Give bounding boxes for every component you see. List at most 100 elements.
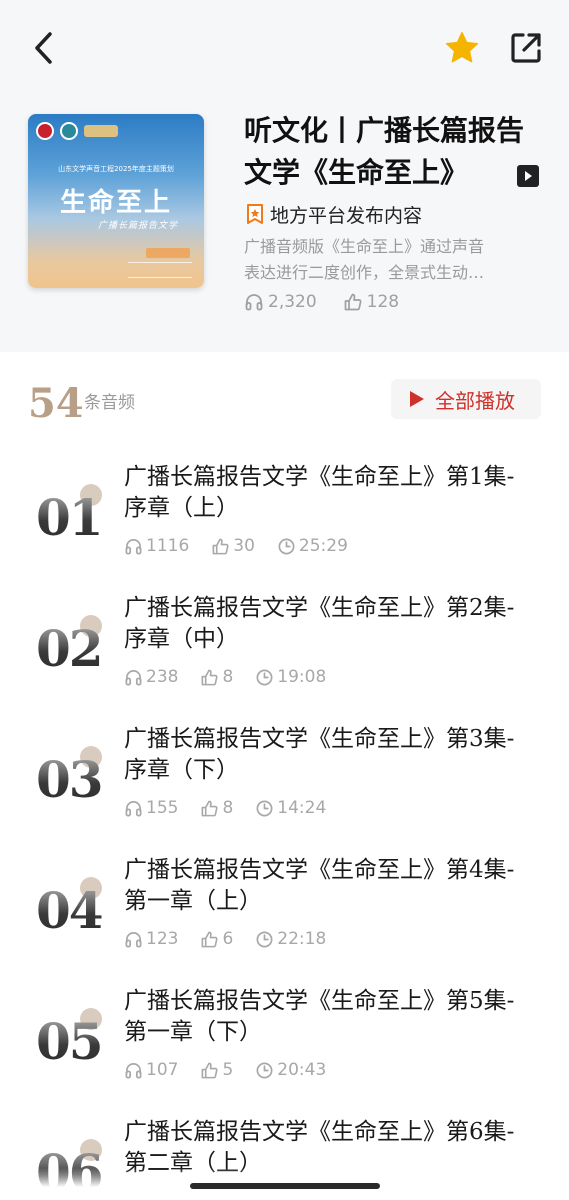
episode-plays: 1116 (124, 536, 189, 556)
source-row: 地方平台发布内容 (246, 200, 422, 228)
star-icon (445, 31, 479, 63)
headphones-icon (125, 669, 142, 685)
title-expand-button[interactable] (517, 165, 539, 187)
episode-number-text: 05 (36, 1012, 104, 1071)
episode-stats: 1116 30 25:29 (124, 534, 370, 558)
episode-likes: 5 (200, 1060, 233, 1080)
episode-likes-count: 6 (222, 929, 234, 949)
episode-likes-count: 8 (222, 798, 234, 818)
episode-plays-count: 123 (146, 929, 179, 949)
thumbs-up-icon (202, 800, 219, 816)
episode-plays-count: 1116 (146, 536, 190, 556)
episode-duration-text: 20:43 (277, 1060, 327, 1080)
clock-icon (256, 1062, 273, 1078)
thumbs-up-icon (202, 931, 219, 947)
episode-number-text: 04 (36, 881, 104, 940)
cover-logos (36, 122, 118, 140)
headphones-icon (245, 294, 263, 311)
cover-date-lines (128, 262, 192, 278)
episode-duration: 25:29 (277, 536, 348, 556)
episode-likes: 30 (211, 536, 255, 556)
episode-number-text: 01 (36, 488, 104, 547)
home-indicator[interactable] (190, 1183, 380, 1189)
episode-number: 05 (36, 1008, 108, 1072)
back-arrow-icon (35, 32, 52, 64)
favorite-button[interactable] (440, 26, 484, 70)
episode-likes: 8 (200, 798, 233, 818)
play-all-button[interactable]: 全部播放 (391, 379, 541, 419)
album-description[interactable]: 广播音频版《生命至上》通过声音 表达进行二度创作，全景式生动… (244, 234, 536, 286)
episode-stats: 238 8 19:08 (124, 665, 348, 689)
episode-number: 03 (36, 746, 108, 810)
episode-count: 54 (28, 380, 84, 427)
album-cover[interactable]: 山东文学声音工程2025年度主题策划 生命至上 广播长篇报告文学 (28, 114, 204, 288)
episode-plays-count: 155 (146, 798, 179, 818)
episode-row[interactable]: 01 广播长篇报告文学《生命至上》第1集-序章（上） 1116 30 25:29 (0, 462, 569, 593)
episode-duration: 19:08 (255, 667, 326, 687)
description-line: 广播音频版《生命至上》通过声音 (244, 237, 485, 256)
share-button[interactable] (504, 26, 548, 70)
episode-likes: 6 (200, 929, 233, 949)
source-label: 地方平台发布内容 (270, 204, 423, 227)
episode-plays-count: 107 (146, 1060, 179, 1080)
chevron-right-icon (525, 171, 532, 181)
episode-stats: 155 8 14:24 (124, 796, 348, 820)
episode-number: 02 (36, 615, 108, 679)
episode-duration-text: 22:18 (277, 929, 327, 949)
episode-title: 广播长篇报告文学《生命至上》第3集-序章（下） (124, 726, 515, 783)
clock-icon (256, 669, 273, 685)
headphones-icon (125, 538, 142, 554)
top-bar (0, 0, 569, 96)
back-button[interactable] (24, 26, 64, 70)
episode-duration-text: 14:24 (277, 798, 327, 818)
list-header: 54 条音频 全部播放 (0, 352, 569, 442)
episode-number-text: 03 (36, 750, 104, 809)
cover-subtitle: 广播长篇报告文学 (98, 221, 179, 231)
episode-duration: 20:43 (255, 1060, 326, 1080)
episode-title: 广播长篇报告文学《生命至上》第5集-第一章（下） (124, 988, 515, 1045)
episode-duration-text: 19:08 (277, 667, 327, 687)
cover-title: 生命至上 (59, 188, 172, 218)
thumbs-up-icon (344, 293, 362, 311)
clock-icon (278, 538, 295, 554)
headphones-icon (125, 1062, 142, 1078)
episode-stats: 123 6 22:18 (124, 927, 348, 951)
clock-icon (256, 931, 273, 947)
episode-title: 广播长篇报告文学《生命至上》第1集-序章（上） (124, 464, 515, 521)
description-line: 表达进行二度创作，全景式生动… (244, 263, 485, 282)
episode-plays: 123 (124, 929, 178, 949)
logo-icon (84, 125, 118, 137)
episode-duration: 14:24 (255, 798, 326, 818)
episode-plays: 155 (124, 798, 178, 818)
episode-row[interactable]: 03 广播长篇报告文学《生命至上》第3集-序章（下） 155 8 14:24 (0, 724, 569, 855)
episode-title: 广播长篇报告文学《生命至上》第4集-第一章（上） (124, 857, 515, 914)
episode-plays: 107 (124, 1060, 178, 1080)
episode-count-label: 条音频 (84, 393, 135, 413)
logo-icon (36, 122, 54, 140)
album-plays-count: 2,320 (268, 292, 317, 312)
headphones-icon (125, 931, 142, 947)
episode-row[interactable]: 04 广播长篇报告文学《生命至上》第4集-第一章（上） 123 6 22:18 (0, 855, 569, 986)
episode-likes-count: 5 (222, 1060, 234, 1080)
episode-title: 广播长篇报告文学《生命至上》第2集-序章（中） (124, 595, 515, 652)
episode-row[interactable]: 02 广播长篇报告文学《生命至上》第2集-序章（中） 238 8 19:08 (0, 593, 569, 724)
source-badge-icon (247, 204, 263, 224)
album-likes-count: 128 (366, 292, 400, 312)
episode-row[interactable]: 05 广播长篇报告文学《生命至上》第5集-第一章（下） 107 5 20:43 (0, 986, 569, 1117)
episode-plays-count: 238 (146, 667, 179, 687)
album-plays: 2,320 (244, 292, 317, 312)
play-icon (410, 391, 424, 407)
episode-number-text: 02 (36, 619, 104, 678)
episode-likes-count: 8 (222, 667, 234, 687)
album-likes: 128 (343, 292, 399, 312)
episode-likes: 8 (200, 667, 233, 687)
episode-number: 04 (36, 877, 108, 941)
headphones-icon (125, 800, 142, 816)
cover-kicker: 山东文学声音工程2025年度主题策划 (58, 165, 174, 173)
episode-duration-text: 25:29 (298, 536, 348, 556)
thumbs-up-icon (202, 669, 219, 685)
title-fade (452, 152, 516, 194)
episode-stats: 107 5 20:43 (124, 1058, 348, 1082)
share-icon (511, 33, 541, 63)
clock-icon (256, 800, 273, 816)
